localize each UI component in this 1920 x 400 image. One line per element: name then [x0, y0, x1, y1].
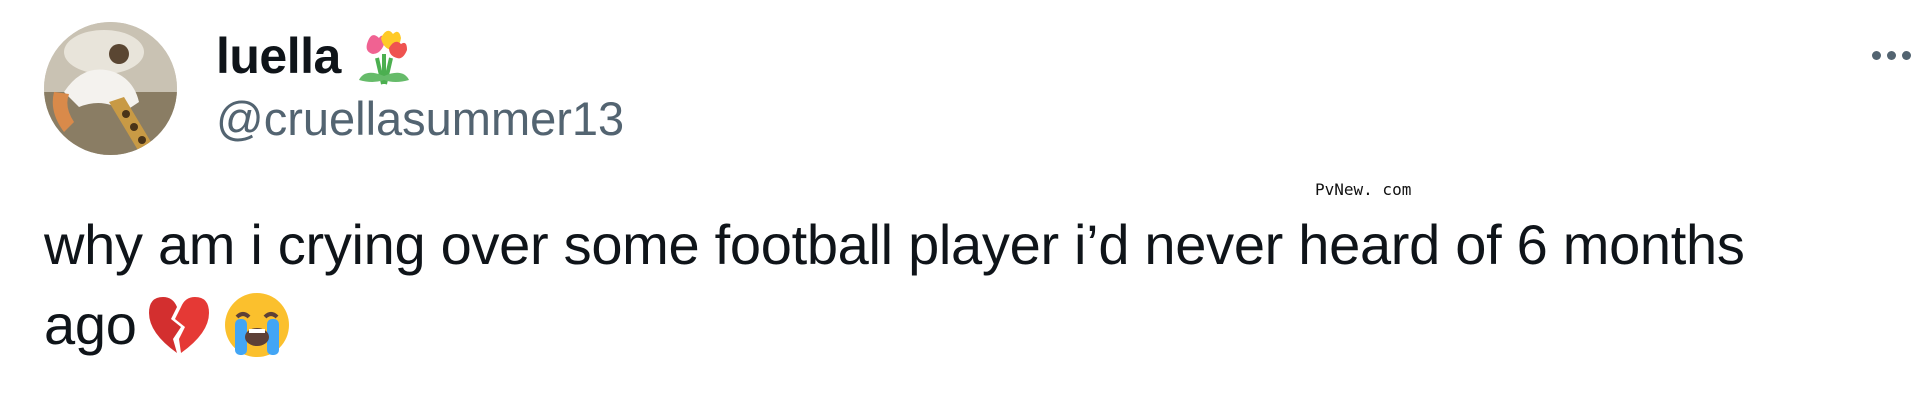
avatar[interactable] [44, 22, 177, 155]
more-dot [1872, 50, 1881, 60]
user-handle[interactable]: @cruellasummer13 [216, 95, 624, 142]
watermark: PvNew. com [1315, 180, 1412, 199]
display-name-link[interactable]: luella [216, 24, 415, 88]
avatar-image [44, 22, 177, 155]
tweet-text-line-end: ago [44, 293, 137, 356]
more-options-button[interactable] [1872, 40, 1920, 70]
tweet-text-line: why am i crying over some football playe… [44, 213, 1745, 276]
loudly-crying-face-icon [221, 289, 293, 361]
display-name: luella [216, 28, 341, 84]
broken-heart-icon [143, 289, 215, 361]
tweet-text-line: ago [44, 285, 1874, 365]
tweet-text: why am i crying over some football playe… [44, 205, 1874, 365]
more-dot [1902, 50, 1911, 60]
more-dot [1887, 50, 1896, 60]
tweet: luella @cruellasummer13 PvNew. com why a… [0, 0, 1920, 400]
tulip-bouquet-icon [351, 24, 415, 88]
